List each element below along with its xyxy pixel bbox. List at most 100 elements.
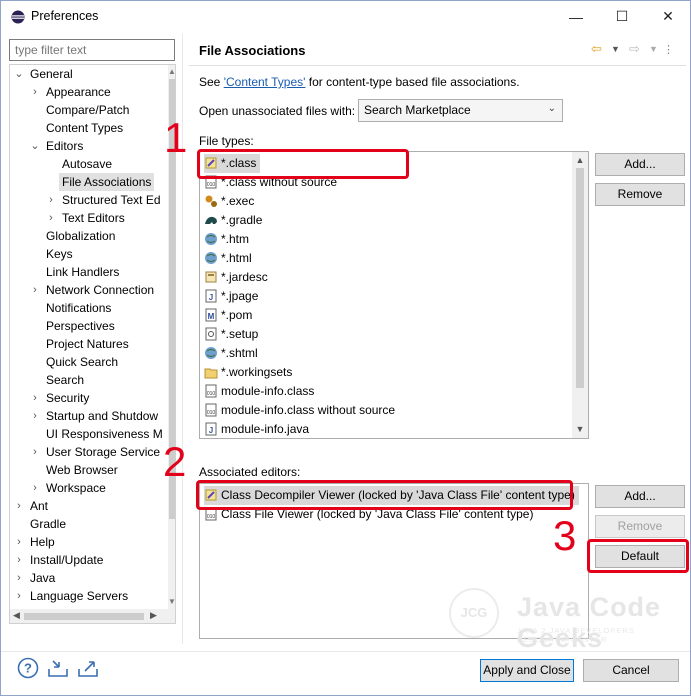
tree-item-label: UI Responsiveness M	[46, 427, 163, 441]
file-type-item[interactable]: *.setup	[204, 325, 258, 344]
chevron-right-icon[interactable]: ›	[46, 209, 56, 227]
scroll-up-icon[interactable]: ▲	[168, 67, 175, 76]
open-unassociated-select[interactable]: Search Marketplace ⌄	[358, 99, 563, 122]
file-type-item-label: *.setup	[221, 327, 259, 341]
chevron-right-icon[interactable]: ›	[14, 497, 24, 515]
file-type-item[interactable]: *.shtml	[204, 344, 258, 363]
chevron-right-icon[interactable]: ›	[30, 479, 40, 497]
header-divider	[189, 65, 686, 66]
highlight-default-button	[587, 539, 689, 573]
file-type-item[interactable]: M *.pom	[204, 306, 252, 325]
chevron-right-icon[interactable]: ›	[30, 443, 40, 461]
tree-item-label: Language Servers	[30, 589, 129, 603]
footer-divider	[1, 651, 690, 652]
forward-arrow-icon[interactable]: ⇨	[629, 41, 640, 57]
watermark-tagline: JAVA 2 JAVA DEVELOPERS RESOURCE CENTER	[517, 626, 635, 644]
tree-item-label: Content Types	[46, 121, 124, 135]
cancel-button[interactable]: Cancel	[583, 659, 679, 682]
chevron-down-icon[interactable]: ⌄	[14, 65, 24, 83]
svg-text:?: ?	[24, 661, 32, 676]
tree-item-label: Gradle	[30, 517, 67, 531]
scroll-left-icon[interactable]: ◀	[13, 610, 20, 621]
file-type-item-label: module-info.java	[221, 422, 310, 436]
chevron-right-icon[interactable]: ›	[46, 191, 56, 209]
highlight-decompiler-editor	[196, 480, 573, 510]
globe-icon	[205, 252, 217, 264]
file-type-item[interactable]: J *.jpage	[204, 287, 258, 306]
scroll-thumb[interactable]	[24, 613, 144, 620]
tree-item-label: Globalization	[46, 229, 116, 243]
file-types-scrollbar[interactable]: ▲ ▼	[572, 152, 588, 438]
globe-icon	[205, 233, 217, 245]
file-type-item[interactable]: 010 module-info.class	[204, 382, 314, 401]
tree-item-label: File Associations	[59, 173, 155, 191]
tree-item-label: Network Connection	[46, 283, 155, 297]
highlight-class-file-type	[197, 149, 409, 179]
file-type-item[interactable]: *.htm	[204, 230, 249, 249]
maximize-button[interactable]: ☐	[599, 1, 645, 32]
chevron-right-icon[interactable]: ›	[14, 569, 24, 587]
file-type-item-label: *.jardesc	[221, 270, 268, 284]
scroll-down-icon[interactable]: ▼	[168, 597, 175, 606]
close-button[interactable]: ✕	[645, 1, 691, 32]
chevron-down-icon[interactable]: ▼	[649, 44, 658, 54]
file-type-item-label: module-info.class	[221, 384, 315, 398]
jardesc-icon	[205, 271, 217, 283]
chevron-right-icon[interactable]: ›	[14, 533, 24, 551]
file-type-item-label: *.shtml	[221, 346, 258, 360]
minimize-icon: —	[569, 8, 583, 25]
chevron-down-icon[interactable]: ▼	[611, 44, 620, 54]
chevron-down-icon[interactable]: ⌄	[30, 137, 40, 155]
tree-horizontal-scrollbar[interactable]: ◀ ▶	[10, 609, 175, 623]
add-editor-button[interactable]: Add...	[595, 485, 685, 508]
view-menu-icon[interactable]: ⋮	[663, 43, 674, 56]
watermark-name: Java Code Geeks	[517, 592, 662, 653]
tree-item-label: Java	[30, 571, 56, 585]
export-icon[interactable]	[77, 657, 99, 679]
content-types-link[interactable]: 'Content Types'	[224, 75, 306, 89]
chevron-right-icon[interactable]: ›	[30, 281, 40, 299]
file-type-item[interactable]: Jmodule-info.java	[204, 420, 310, 438]
scroll-up-icon[interactable]: ▲	[572, 155, 588, 165]
tree-item-label: Security	[46, 391, 90, 405]
tree-item-label: Help	[30, 535, 55, 549]
folder-icon	[204, 368, 218, 379]
scroll-thumb[interactable]	[576, 168, 584, 388]
file-type-item[interactable]: *.html	[204, 249, 252, 268]
title-bar: Preferences — ☐ ✕	[1, 1, 690, 32]
filter-input[interactable]	[9, 39, 175, 61]
file-type-item-label: *.exec	[221, 194, 255, 208]
file-type-item[interactable]: *.workingsets	[204, 363, 292, 382]
help-icon[interactable]: ?	[17, 657, 39, 679]
java-code-geeks-watermark: JCG Java Code Geeks JAVA 2 JAVA DEVELOPE…	[447, 586, 687, 653]
svg-text:010: 010	[207, 514, 216, 520]
scroll-down-icon[interactable]: ▼	[572, 424, 588, 434]
file-type-item[interactable]: *.gradle	[204, 211, 262, 230]
scroll-right-icon[interactable]: ▶	[150, 610, 157, 621]
chevron-right-icon[interactable]: ›	[30, 389, 40, 407]
hint-prefix: See	[199, 75, 224, 89]
tree-item-label: General	[30, 67, 73, 81]
back-arrow-icon[interactable]: ⇦	[591, 41, 602, 57]
apply-and-close-button[interactable]: Apply and Close	[480, 659, 574, 682]
remove-editor-button[interactable]: Remove	[595, 515, 685, 538]
chevron-right-icon[interactable]: ›	[14, 587, 24, 605]
chevron-right-icon[interactable]: ›	[30, 83, 40, 101]
minimize-button[interactable]: —	[553, 1, 599, 32]
chevron-right-icon[interactable]: ›	[14, 551, 24, 569]
add-file-type-button[interactable]: Add...	[595, 153, 685, 176]
setup-icon	[205, 327, 217, 341]
import-icon[interactable]	[47, 657, 69, 679]
history-nav: ⇦ ▼ ⇨ ▼ ⋮	[591, 41, 674, 59]
svg-text:M: M	[208, 312, 215, 321]
file-type-item[interactable]: 010 module-info.class without source	[204, 401, 395, 420]
preferences-window: Preferences — ☐ ✕ ⌄ General › Appearance Com…	[0, 0, 691, 696]
tree-item-label: Workspace	[46, 481, 106, 495]
file-type-item[interactable]: *.exec	[204, 192, 254, 211]
file-type-item[interactable]: *.jardesc	[204, 268, 268, 287]
chevron-right-icon[interactable]: ›	[30, 407, 40, 425]
jcg-logo: JCG	[449, 588, 499, 638]
remove-file-type-button[interactable]: Remove	[595, 183, 685, 206]
tree-item-label: User Storage Service	[46, 445, 161, 459]
annotation-number-3: 3	[553, 512, 577, 559]
